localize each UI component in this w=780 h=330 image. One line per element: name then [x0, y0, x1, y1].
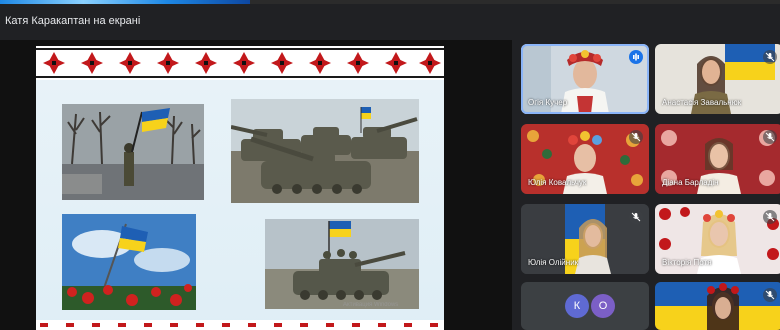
participant-name: Юлія Олійник — [528, 258, 579, 267]
windows-activation-watermark: Активация Windows — [343, 302, 399, 308]
participant-tile-avatars[interactable]: К О — [521, 282, 649, 330]
top-strip — [0, 0, 780, 4]
participant-tile[interactable]: Огія Кучер — [521, 44, 649, 114]
participant-tile[interactable]: Юлія Олійник — [521, 204, 649, 274]
mic-off-icon — [763, 210, 777, 224]
mic-off-icon — [629, 210, 643, 224]
participant-name: Діана Барладін — [662, 178, 719, 187]
participant-tile[interactable]: Анастасія Завальнюк — [655, 44, 780, 114]
participant-name: Анастасія Завальнюк — [662, 98, 742, 107]
mic-off-icon — [763, 50, 777, 64]
top-decoration — [0, 0, 250, 4]
avatar-o: О — [591, 294, 615, 318]
presentation-slide — [36, 46, 444, 330]
mic-off-icon — [629, 130, 643, 144]
photo-soldier-with-flag — [62, 104, 204, 200]
photo-tanks-column — [231, 99, 419, 203]
photo-tank-with-flag — [265, 219, 419, 309]
participant-video — [655, 282, 780, 330]
avatar-k: К — [565, 294, 589, 318]
presenter-title: Катя Каракаптан на екрані — [5, 15, 141, 27]
participant-grid: Огія Кучер Анастасія Завальнюк Юлія Кова… — [518, 44, 780, 330]
participant-tile[interactable]: Юлія Ковальчук — [521, 124, 649, 194]
participant-tile[interactable] — [655, 282, 780, 330]
photo-flag-poppies — [62, 214, 196, 310]
mic-speaking-icon — [629, 50, 643, 64]
embroidery-bottom-border — [36, 320, 444, 330]
participant-tile[interactable]: Діана Барладін — [655, 124, 780, 194]
mic-off-icon — [763, 288, 777, 302]
participant-tile[interactable]: Вікторія Потя — [655, 204, 780, 274]
participant-name: Юлія Ковальчук — [528, 178, 587, 187]
mic-off-icon — [763, 130, 777, 144]
participant-name: Вікторія Потя — [662, 258, 712, 267]
embroidery-top-border — [36, 46, 444, 80]
participant-name: Огія Кучер — [528, 98, 568, 107]
